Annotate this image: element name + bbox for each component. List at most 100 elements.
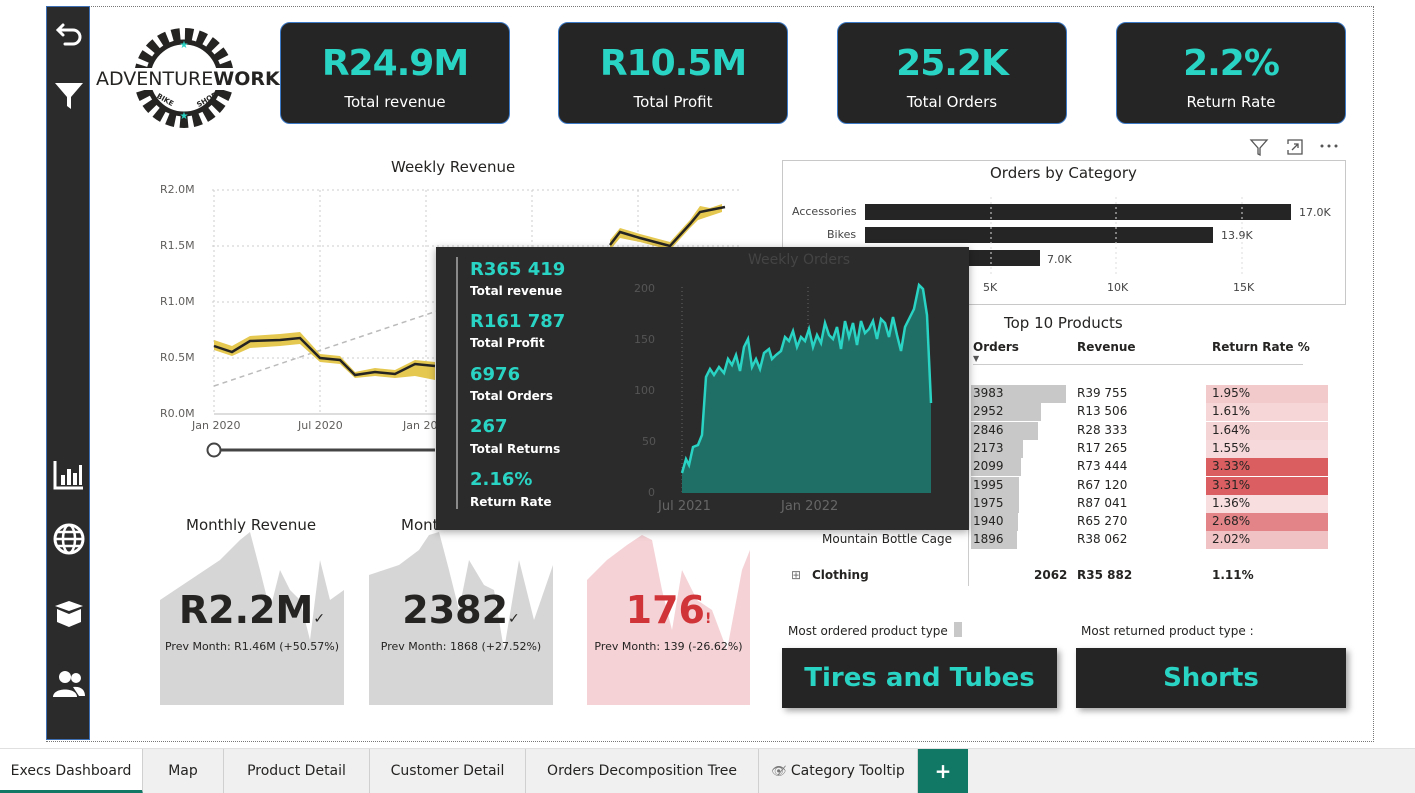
rate-cell: 1.95% — [1212, 386, 1251, 400]
adventureworks-logo: ★ ★ ADVENTUREWORKS BIKE SHOP — [96, 24, 293, 132]
sort-desc-icon[interactable]: ▼ — [973, 354, 979, 363]
rate-cell: 2.02% — [1212, 532, 1251, 547]
svg-text:★: ★ — [180, 111, 189, 122]
rate-cell: 1.55% — [1212, 440, 1251, 455]
column-header-revenue[interactable]: Revenue — [1077, 340, 1136, 354]
top-products-title: Top 10 Products — [1004, 314, 1123, 332]
back-arrow-icon[interactable] — [51, 15, 87, 51]
monthly-value: R2.2M✓ — [160, 588, 344, 632]
tab-product-detail[interactable]: Product Detail — [224, 749, 370, 793]
more-options-icon[interactable] — [1318, 136, 1340, 158]
tab-category-tooltip[interactable]: 👁︎̸ Category Tooltip — [759, 749, 918, 793]
monthly-orders-card[interactable]: Mont 2382✓ Prev Month: 1868 (+27.52%) — [369, 516, 553, 705]
tab-execs-dashboard[interactable]: Execs Dashboard — [0, 749, 143, 793]
tooltip-weekly-orders-chart — [680, 282, 933, 493]
orders-cell: 2952 — [973, 404, 1004, 419]
kpi-label: Total Orders — [906, 93, 998, 111]
expand-icon[interactable]: ⊞ — [791, 568, 801, 582]
tab-category-tooltip-label: Category Tooltip — [790, 763, 905, 779]
check-icon: ✓ — [313, 611, 326, 627]
rate-cell: 2.68% — [1212, 514, 1251, 529]
revenue-cell: R65 270 — [1077, 514, 1128, 529]
kpi-label: Total Profit — [633, 93, 713, 111]
svg-text:★: ★ — [180, 40, 189, 51]
monthly-prev: Prev Month: 1868 (+27.52%) — [380, 640, 542, 653]
kpi-label: Return Rate — [1186, 93, 1276, 111]
check-icon: ✓ — [508, 611, 520, 627]
kpi-card-total-revenue: R24.9M Total revenue — [280, 22, 510, 124]
revenue-cell: R17 265 — [1077, 440, 1128, 455]
monthly-value-text: 2382 — [402, 588, 509, 632]
column-header-orders[interactable]: Orders — [973, 340, 1019, 354]
report-canvas: ★ ★ ADVENTUREWORKS BIKE SHOP R24.9M Total… — [0, 0, 1415, 793]
orders-cell: 1975 — [973, 495, 1004, 510]
page-tab-bar: Execs Dashboard Map Product Detail Custo… — [0, 748, 1415, 793]
header-divider — [973, 364, 1303, 365]
revenue-cell: R73 444 — [1077, 459, 1128, 474]
rate-cell: 3.33% — [1212, 459, 1251, 474]
kpi-value: 25.2K — [896, 43, 1009, 84]
monthly-prev: Prev Month: 139 (-26.62%) — [594, 640, 743, 653]
kpi-label: Total revenue — [344, 93, 446, 111]
rate-cell: 1.36% — [1212, 495, 1251, 510]
monthly-revenue-card[interactable]: Monthly Revenue R2.2M✓ Prev Month: R1.46… — [160, 516, 344, 705]
monthly-value: 176! — [587, 588, 750, 632]
revenue-cell: R39 755 — [1077, 386, 1128, 400]
revenue-cell: R28 333 — [1077, 422, 1128, 437]
most-ordered-marker — [954, 622, 962, 637]
category-tooltip-popup: R365 419 Total revenue R161 787 Total Pr… — [436, 247, 969, 530]
users-icon[interactable] — [51, 665, 87, 701]
kpi-card-total-profit: R10.5M Total Profit — [558, 22, 788, 124]
tab-orders-decomposition-tree[interactable]: Orders Decomposition Tree — [526, 749, 759, 793]
kpi-card-total-orders: 25.2K Total Orders — [837, 22, 1067, 124]
total-row-orders: 2062 — [1034, 568, 1068, 582]
visual-header-toolbar — [1248, 136, 1348, 158]
kpi-value: R10.5M — [599, 43, 747, 84]
total-row-rate: 1.11% — [1212, 568, 1254, 582]
orders-cell: 2173 — [973, 440, 1004, 455]
rate-cell: 1.64% — [1212, 422, 1251, 437]
most-returned-label: Most returned product type : — [1081, 624, 1254, 638]
column-header-return-rate[interactable]: Return Rate % — [1212, 340, 1310, 354]
monthly-value: 2382✓ — [369, 588, 553, 632]
total-row-revenue: R35 882 — [1077, 568, 1133, 582]
monthly-value-text: 176 — [625, 588, 705, 632]
orders-cell: 2099 — [973, 459, 1004, 474]
product-name: Mountain Bottle Cage — [822, 532, 952, 547]
kpi-card-return-rate: 2.2% Return Rate — [1116, 22, 1346, 124]
tab-map[interactable]: Map — [143, 749, 224, 793]
bar-chart-icon[interactable] — [51, 457, 87, 493]
add-page-button[interactable]: + — [918, 749, 968, 793]
logo-text-left: ADVENTURE — [96, 68, 214, 90]
total-row-name: Clothing — [812, 568, 869, 582]
kpi-value: 2.2% — [1183, 43, 1280, 84]
tab-customer-detail[interactable]: Customer Detail — [370, 749, 526, 793]
kpi-value: R24.9M — [321, 43, 469, 84]
orders-cell: 3983 — [973, 386, 1004, 400]
orders-cell: 1896 — [973, 532, 1004, 547]
revenue-cell: R67 120 — [1077, 477, 1128, 492]
filter-outline-icon[interactable] — [1248, 136, 1270, 158]
left-nav-bar — [46, 6, 90, 740]
revenue-cell: R87 041 — [1077, 495, 1128, 510]
hidden-eye-icon: 👁︎̸ — [771, 764, 787, 778]
most-ordered-label: Most ordered product type — [788, 624, 948, 638]
monthly-prev: Prev Month: R1.46M (+50.57%) — [164, 640, 340, 653]
orders-cell: 1995 — [973, 477, 1004, 492]
most-returned-card: Shorts — [1076, 648, 1346, 708]
most-ordered-card: Tires and Tubes — [782, 648, 1057, 708]
rate-cell: 3.31% — [1212, 477, 1251, 492]
monthly-value-text: R2.2M — [178, 588, 314, 632]
globe-icon[interactable] — [51, 521, 87, 557]
table-row[interactable]: Mountain Bottle Cage 1896 R38 062 2.02% — [782, 531, 1346, 550]
warning-icon: ! — [704, 611, 712, 627]
monthly-returns-card[interactable]: 176! Prev Month: 139 (-26.62%) — [587, 530, 750, 705]
filter-icon[interactable] — [51, 77, 87, 113]
orders-cell: 1940 — [973, 514, 1004, 529]
rate-cell: 1.61% — [1212, 404, 1251, 419]
revenue-cell: R38 062 — [1077, 532, 1128, 547]
revenue-cell: R13 506 — [1077, 404, 1128, 419]
box-icon[interactable] — [51, 595, 87, 631]
focus-mode-icon[interactable] — [1284, 136, 1306, 158]
orders-cell: 2846 — [973, 422, 1004, 437]
